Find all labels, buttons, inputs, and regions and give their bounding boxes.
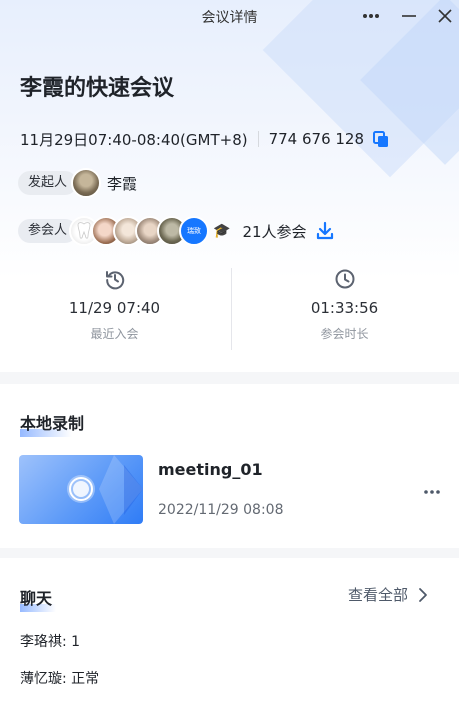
participants-row: 参会人 瑞致 🎓 21人参会 [18, 215, 335, 247]
duration-stat: 01:33:56 参会时长 [230, 265, 459, 355]
minimize-button[interactable] [398, 6, 420, 26]
host-name: 李霞 [107, 174, 138, 193]
recording-more-button[interactable] [421, 483, 443, 495]
recording-section-title-text: 本地录制 [20, 414, 85, 433]
host-row: 发起人 李霞 [18, 167, 137, 199]
recent-join-value: 11/29 07:40 [68, 299, 161, 317]
history-icon [105, 271, 124, 290]
chevron-right-icon [419, 587, 427, 602]
section-separator [0, 548, 459, 558]
copy-icon[interactable] [372, 130, 390, 148]
view-all-chat-link[interactable]: 查看全部 [348, 584, 428, 605]
divider [257, 131, 259, 147]
window-title: 会议详情 [201, 10, 258, 26]
meeting-details-window: 会议详情 李霞的快速会议 11月29日07:40-08:40(GMT+8) 77… [0, 0, 459, 709]
close-icon [438, 9, 452, 23]
recording-date: 2022/11/29 08:08 [158, 502, 284, 518]
more-icon [363, 14, 379, 18]
chat-section-title: 聊天 [20, 585, 56, 612]
chat-section-title-text: 聊天 [20, 589, 53, 608]
host-label: 发起人 [18, 171, 78, 195]
participant-badge-text: 瑞致 [187, 227, 202, 235]
meeting-title: 李霞的快速会议 [20, 76, 175, 101]
participant-count: 21人参会 [242, 222, 307, 241]
close-button[interactable] [434, 6, 456, 26]
chat-message: 李珞祺: 1 [20, 634, 81, 650]
recording-thumbnail[interactable] [19, 455, 143, 524]
meeting-time-row: 11月29日07:40-08:40(GMT+8) 774 676 128 [20, 128, 390, 150]
title-bar: 会议详情 [0, 0, 459, 32]
host-avatar[interactable] [71, 168, 102, 198]
recording-name: meeting_01 [158, 460, 263, 479]
duration-label: 参会时长 [320, 327, 369, 341]
more-options-button[interactable] [360, 6, 382, 26]
participant-avatar[interactable]: 瑞致 [179, 216, 210, 246]
download-icon[interactable] [315, 221, 335, 241]
more-icon [424, 490, 440, 494]
recording-section-title: 本地录制 [20, 410, 85, 437]
view-all-label: 查看全部 [348, 586, 409, 604]
recent-join-stat: 11/29 07:40 最近入会 [0, 265, 229, 355]
stats-divider [231, 268, 232, 350]
meeting-id: 774 676 128 [268, 130, 365, 148]
chat-message: 薄忆璇: 正常 [20, 671, 100, 687]
minimize-icon [402, 15, 416, 17]
clock-icon [335, 269, 354, 289]
recording-thumbnail-graphic [67, 455, 143, 524]
graduation-cap-icon: 🎓 [213, 223, 231, 239]
duration-value: 01:33:56 [310, 299, 379, 317]
recent-join-label: 最近入会 [90, 327, 139, 341]
meeting-time: 11月29日07:40-08:40(GMT+8) [20, 130, 248, 149]
section-separator [0, 372, 459, 384]
recording-item[interactable]: meeting_01 2022/11/29 08:08 [19, 455, 444, 525]
meeting-stats: 11/29 07:40 最近入会 01:33:56 参会时长 [0, 265, 459, 355]
